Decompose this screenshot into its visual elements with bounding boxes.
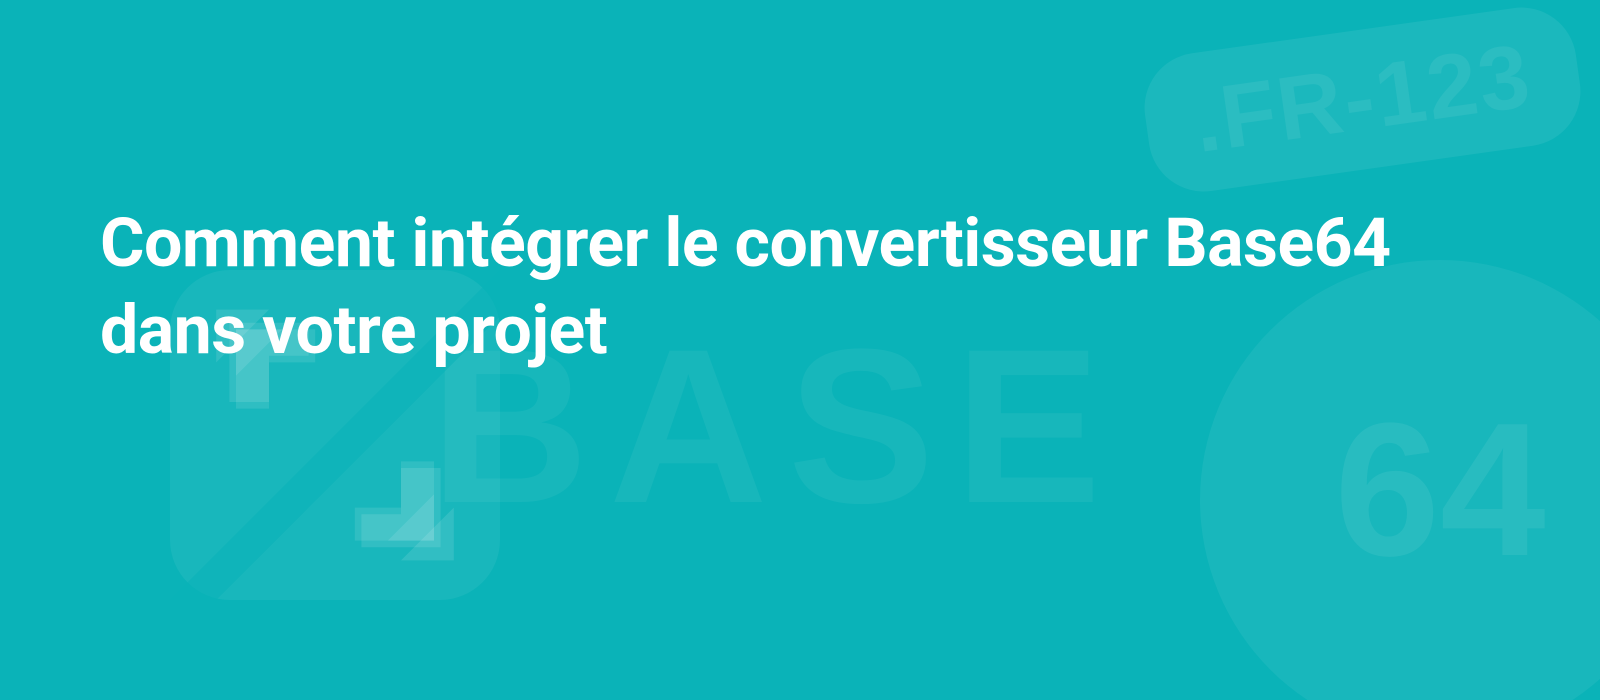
page-title: Comment intégrer le convertisseur Base64… — [100, 200, 1500, 374]
sixty-four-label: 64 — [1334, 381, 1545, 599]
fr123-badge-watermark: .FR-123 — [1137, 0, 1587, 198]
